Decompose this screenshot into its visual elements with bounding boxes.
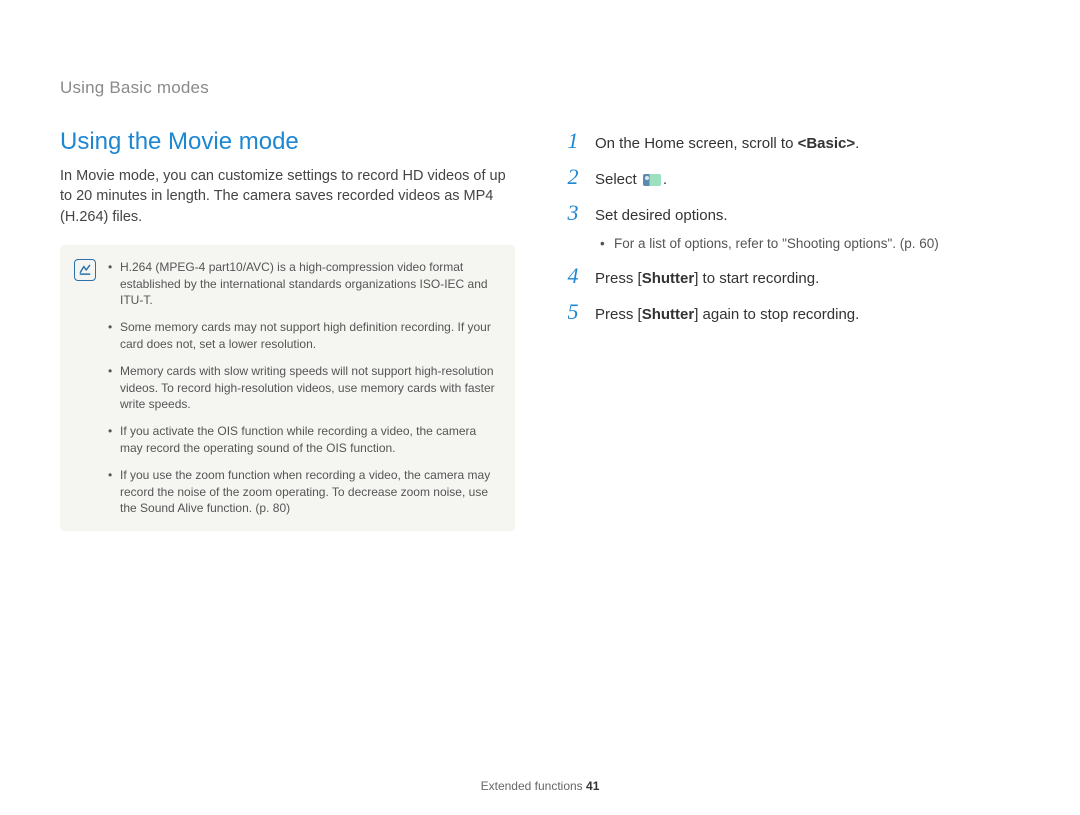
step-5: 5 Press [Shutter] again to stop recordin…: [565, 299, 1020, 325]
step-text-fragment: ] again to stop recording.: [694, 306, 859, 323]
note-item: If you use the zoom function when record…: [108, 467, 501, 517]
left-column: Using the Movie mode In Movie mode, you …: [60, 128, 515, 531]
movie-mode-icon: [643, 174, 661, 186]
note-item: Memory cards with slow writing speeds wi…: [108, 363, 501, 413]
step-text-bold: Shutter: [642, 270, 695, 287]
notes-list: H.264 (MPEG-4 part10/AVC) is a high-comp…: [108, 259, 501, 517]
step-text-fragment: .: [663, 171, 667, 188]
step-text-fragment: Press [: [595, 270, 642, 287]
step-text-fragment: ] to start recording.: [694, 270, 819, 287]
notes-box: H.264 (MPEG-4 part10/AVC) is a high-comp…: [60, 245, 515, 531]
step-text-fragment: On the Home screen, scroll to: [595, 135, 798, 152]
step-number: 5: [565, 299, 581, 325]
step-text-fragment: Press [: [595, 306, 642, 323]
step-text: Press [Shutter] again to stop recording.: [595, 304, 859, 325]
breadcrumb: Using Basic modes: [60, 78, 1020, 98]
step-text: Press [Shutter] to start recording.: [595, 268, 819, 289]
step-text: Select .: [595, 169, 667, 190]
note-item: H.264 (MPEG-4 part10/AVC) is a high-comp…: [108, 259, 501, 309]
step-number: 2: [565, 164, 581, 190]
intro-text: In Movie mode, you can customize setting…: [60, 166, 515, 227]
page-number: 41: [586, 779, 599, 793]
step-text-fragment: .: [855, 135, 859, 152]
note-item: Some memory cards may not support high d…: [108, 319, 501, 353]
note-icon: [74, 259, 96, 281]
step-3: 3 Set desired options.: [565, 200, 1020, 226]
section-title: Using the Movie mode: [60, 128, 515, 156]
step-text: On the Home screen, scroll to <Basic>.: [595, 133, 859, 154]
right-column: 1 On the Home screen, scroll to <Basic>.…: [565, 128, 1020, 531]
step-number: 1: [565, 128, 581, 154]
step-text-bold: Shutter: [642, 306, 695, 323]
step-2: 2 Select .: [565, 164, 1020, 190]
step-text-bold: <Basic>: [798, 135, 856, 152]
step-number: 4: [565, 263, 581, 289]
page-footer: Extended functions 41: [0, 779, 1080, 793]
step-text-fragment: Select: [595, 171, 641, 188]
step-4: 4 Press [Shutter] to start recording.: [565, 263, 1020, 289]
step-3-sub: For a list of options, refer to "Shootin…: [600, 236, 1020, 251]
footer-section-label: Extended functions: [481, 779, 586, 793]
step-number: 3: [565, 200, 581, 226]
step-text: Set desired options.: [595, 205, 728, 226]
step-1: 1 On the Home screen, scroll to <Basic>.: [565, 128, 1020, 154]
note-item: If you activate the OIS function while r…: [108, 423, 501, 457]
